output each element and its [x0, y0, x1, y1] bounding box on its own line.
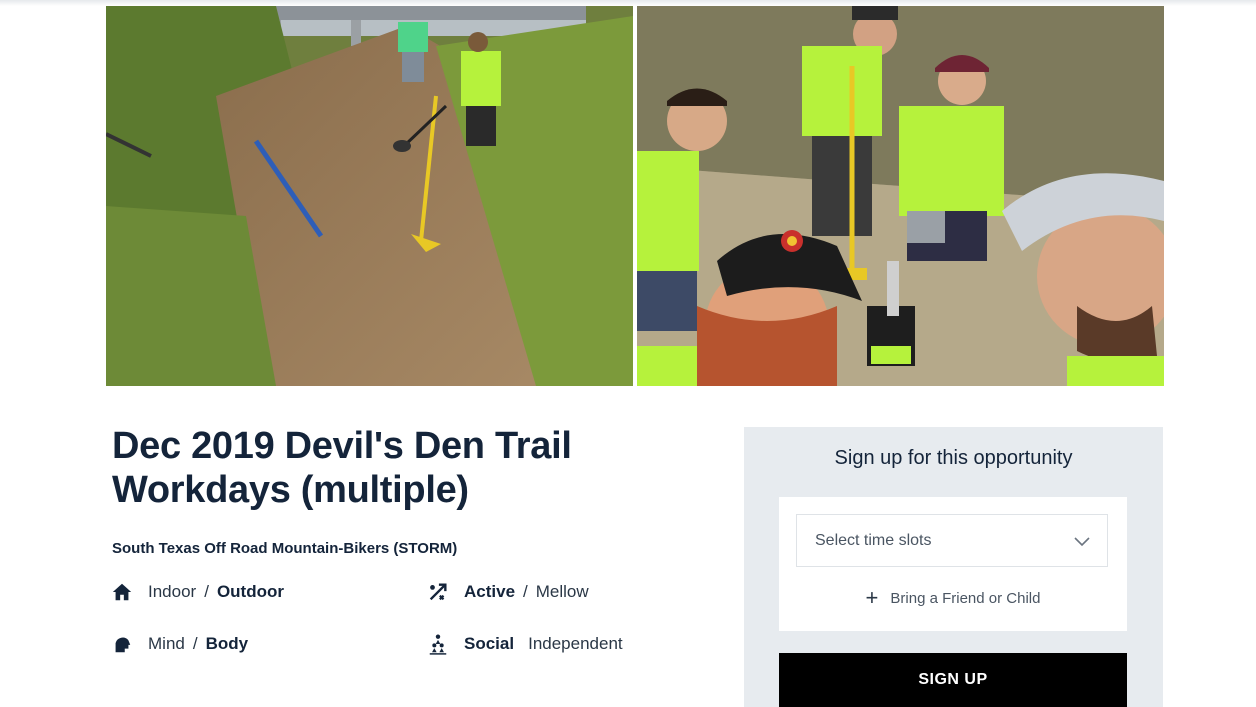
- attribute-option-active: Active: [464, 582, 516, 601]
- attribute-separator: /: [192, 634, 198, 653]
- attribute-option-mind: Mind: [148, 634, 185, 653]
- volunteers-selfie-photo: [637, 6, 1164, 386]
- attribute-option-mellow: Mellow: [535, 582, 589, 601]
- signup-panel: Sign up for this opportunity Select time…: [744, 427, 1163, 707]
- opportunity-title: Dec 2019 Devil's Den Trail Workdays (mul…: [112, 425, 572, 511]
- time-slots-select[interactable]: Select time slots: [796, 514, 1108, 567]
- attribute-option-independent: Independent: [528, 634, 623, 653]
- people-tree-icon: [426, 632, 450, 656]
- sign-up-button[interactable]: SIGN UP: [779, 653, 1127, 707]
- organization-name: South Texas Off Road Mountain-Bikers (ST…: [112, 540, 458, 557]
- trail-work-photo: [106, 6, 633, 386]
- bring-friend-link[interactable]: + Bring a Friend or Child: [779, 585, 1127, 610]
- attribute-option-social: Social: [464, 634, 515, 653]
- attribute-setting: Social Independent: [426, 632, 623, 656]
- chevron-down-icon: [1073, 535, 1091, 547]
- attribute-option-body: Body: [205, 634, 249, 653]
- time-slots-placeholder: Select time slots: [815, 531, 932, 549]
- bring-friend-label: Bring a Friend or Child: [890, 589, 1041, 607]
- head-icon: [110, 632, 134, 656]
- attribute-location: Indoor / Outdoor: [110, 580, 284, 604]
- attribute-option-indoor: Indoor: [148, 582, 197, 601]
- signup-heading: Sign up for this opportunity: [834, 447, 1073, 469]
- attribute-separator: /: [523, 582, 528, 601]
- plus-icon: +: [865, 585, 879, 610]
- house-icon: [110, 580, 134, 604]
- attribute-separator: /: [204, 582, 209, 601]
- attribute-activity: Active / Mellow: [426, 580, 589, 604]
- percent-shuffle-icon: [426, 580, 450, 604]
- attribute-option-outdoor: Outdoor: [216, 582, 284, 601]
- attribute-focus: Mind / Body: [110, 632, 248, 656]
- signup-form-card: Select time slots + Bring a Friend or Ch…: [779, 497, 1127, 631]
